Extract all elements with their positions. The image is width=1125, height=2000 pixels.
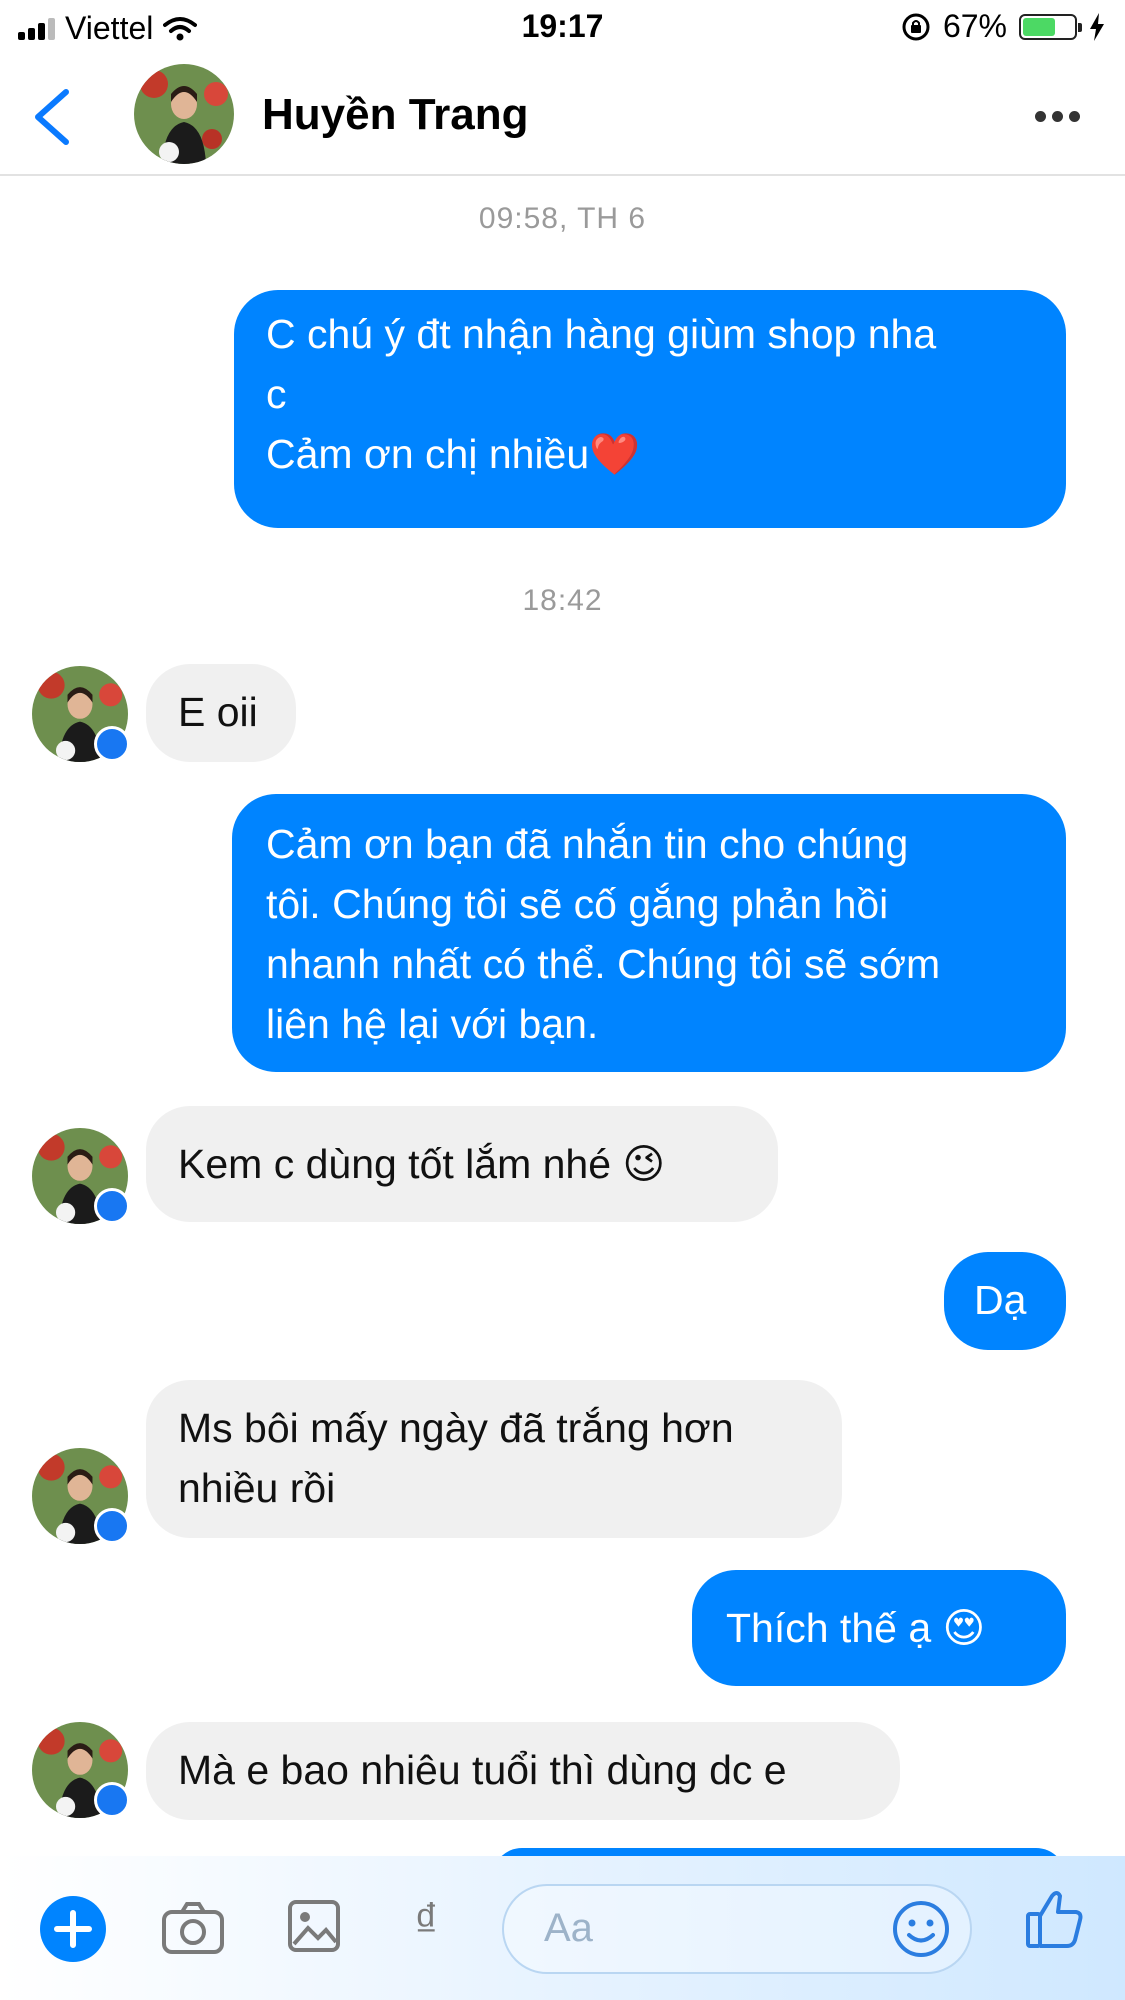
outgoing-message[interactable]: Thích thế ạ 😍 <box>692 1570 1066 1686</box>
message-composer: ₫ Aa <box>0 1856 1125 2000</box>
charging-bolt-icon <box>1090 12 1104 41</box>
outgoing-message[interactable]: Cảm ơn bạn đã nhắn tin cho chúng tôi. Ch… <box>232 794 1066 1072</box>
emoji-icon <box>893 1901 949 1957</box>
battery-percent: 67% <box>942 8 1007 44</box>
photo-button[interactable] <box>286 1898 342 1959</box>
incoming-message[interactable]: Ms bôi mấy ngày đã trắng hơn nhiều rồi <box>146 1380 842 1538</box>
outgoing-message-partial[interactable] <box>492 1848 1066 1856</box>
message-list[interactable]: 09:58, TH 6 C chú ý đt nhận hàng giùm sh… <box>0 176 1125 1856</box>
status-bar: Viettel 19:17 67% <box>0 0 1125 56</box>
image-icon <box>288 1900 340 1952</box>
contact-name[interactable]: Huyền Trang <box>262 90 529 140</box>
outgoing-message[interactable]: C chú ý đt nhận hàng giùm shop nha c Cảm… <box>234 290 1066 528</box>
add-button[interactable] <box>40 1896 106 1962</box>
payment-button[interactable]: ₫ <box>414 1894 439 1949</box>
dong-icon: ₫ <box>414 1895 439 1948</box>
like-icon <box>1026 1891 1083 1948</box>
orientation-lock-icon <box>902 13 930 40</box>
input-placeholder: Aa <box>544 1906 593 1950</box>
incoming-message[interactable]: Mà e bao nhiêu tuổi thì dùng dc e <box>146 1722 900 1820</box>
back-button[interactable] <box>24 82 84 152</box>
timestamp: 09:58, TH 6 <box>478 202 647 235</box>
outgoing-message[interactable]: Dạ <box>944 1252 1066 1350</box>
battery-icon <box>1019 13 1082 40</box>
status-right: 67% <box>901 8 1105 45</box>
messenger-badge-icon <box>94 1508 130 1544</box>
more-options-button[interactable] <box>1035 106 1085 126</box>
messenger-badge-icon <box>94 1782 130 1818</box>
incoming-message[interactable]: Kem c dùng tốt lắm nhé 😉 <box>146 1106 778 1222</box>
incoming-message[interactable]: E oii <box>146 664 296 762</box>
conversation-header: Huyền Trang <box>0 56 1125 176</box>
messenger-badge-icon <box>94 726 130 762</box>
plus-icon <box>54 1910 92 1948</box>
camera-icon <box>162 1902 224 1954</box>
contact-avatar[interactable] <box>134 64 234 164</box>
chevron-left-icon <box>35 89 69 145</box>
message-input[interactable]: Aa <box>502 1884 972 1974</box>
emoji-button[interactable] <box>890 1898 952 1965</box>
camera-button[interactable] <box>160 1898 226 1963</box>
more-horizontal-icon <box>1035 110 1046 122</box>
like-button[interactable] <box>1024 1888 1084 1955</box>
timestamp: 18:42 <box>522 584 603 617</box>
messenger-badge-icon <box>94 1188 130 1224</box>
